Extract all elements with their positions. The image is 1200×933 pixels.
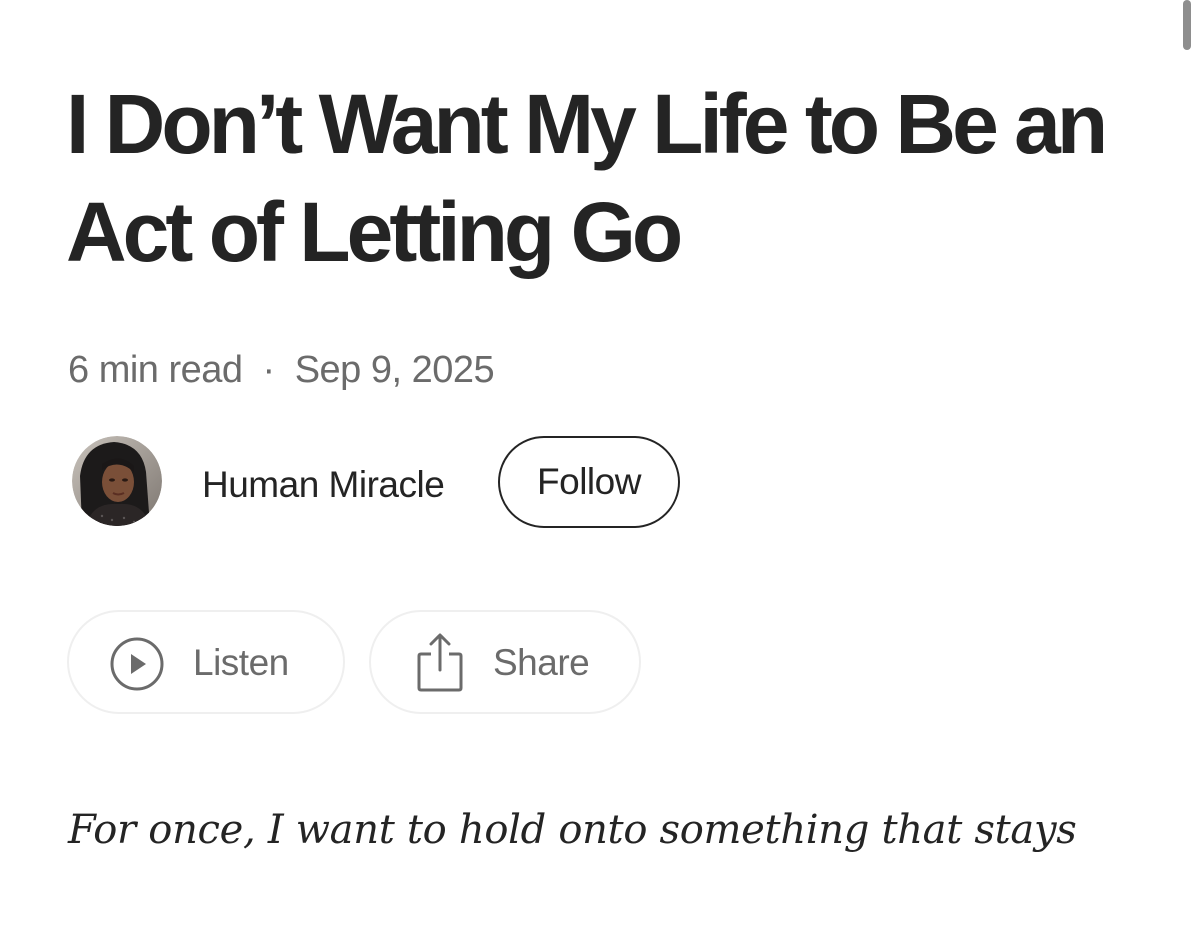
article-subtitle: For once, I want to hold onto something … <box>68 807 1077 853</box>
read-time: 6 min read <box>68 349 243 391</box>
article-meta: 6 min read · Sep 9, 2025 <box>68 346 495 394</box>
author-name[interactable]: Human Miracle <box>202 461 445 509</box>
article-title: I Don’t Want My Life to Be an Act of Let… <box>66 77 1108 279</box>
meta-separator: · <box>262 349 276 391</box>
publish-date: Sep 9, 2025 <box>294 349 495 391</box>
author-avatar[interactable] <box>72 436 162 526</box>
share-upload-icon <box>417 633 463 692</box>
follow-button[interactable]: Follow <box>498 436 680 528</box>
scrollbar-thumb[interactable] <box>1183 0 1191 50</box>
play-circle-icon <box>110 637 164 691</box>
share-button[interactable]: Share <box>369 610 641 714</box>
article-page: I Don’t Want My Life to Be an Act of Let… <box>0 0 1200 933</box>
author-avatar-photo <box>72 436 162 526</box>
share-label: Share <box>493 642 590 683</box>
listen-button[interactable]: Listen <box>67 610 345 714</box>
listen-label: Listen <box>193 642 289 683</box>
